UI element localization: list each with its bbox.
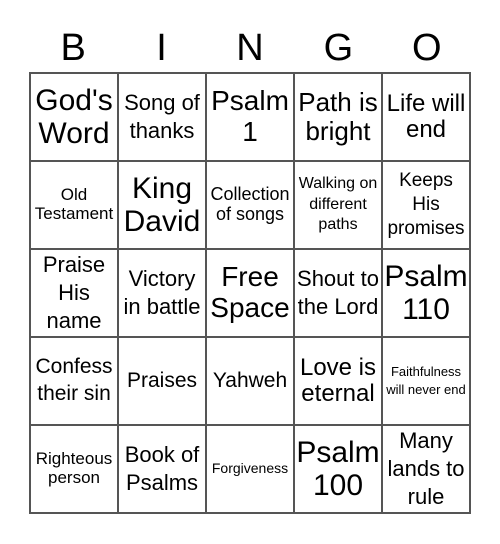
header-letter-i: I xyxy=(156,27,167,69)
bingo-cell[interactable]: Walking on different paths xyxy=(294,161,382,249)
free-space-cell[interactable]: Free Space xyxy=(206,249,294,337)
bingo-cell[interactable]: Song of thanks xyxy=(118,73,206,161)
bingo-cell[interactable]: Confess their sin xyxy=(30,337,118,425)
bingo-cell[interactable]: Praises xyxy=(118,337,206,425)
bingo-cell[interactable]: Path is bright xyxy=(294,73,382,161)
bingo-cell[interactable]: Psalm 1 xyxy=(206,73,294,161)
bingo-cell[interactable]: Praise His name xyxy=(30,249,118,337)
bingo-cell[interactable]: Book of Psalms xyxy=(118,425,206,513)
header-letter-n: N xyxy=(236,27,264,69)
bingo-cell[interactable]: Psalm 110 xyxy=(382,249,470,337)
header-letter-g: G xyxy=(323,27,354,69)
header-letter-b: B xyxy=(60,27,86,69)
bingo-cell[interactable]: Shout to the Lord xyxy=(294,249,382,337)
bingo-cell[interactable]: Faithfulness will never end xyxy=(382,337,470,425)
bingo-cell[interactable]: Life will end xyxy=(382,73,470,161)
bingo-cell[interactable]: Forgiveness xyxy=(206,425,294,513)
bingo-cell[interactable]: Psalm 100 xyxy=(294,425,382,513)
bingo-cell[interactable]: Old Testament xyxy=(30,161,118,249)
bingo-cell[interactable]: Victory in battle xyxy=(118,249,206,337)
header-letter-o: O xyxy=(411,27,442,69)
bingo-cell[interactable]: Righteous person xyxy=(30,425,118,513)
bingo-cell[interactable]: Collection of songs xyxy=(206,161,294,249)
bingo-cell[interactable]: King David xyxy=(118,161,206,249)
bingo-cell[interactable]: Yahweh xyxy=(206,337,294,425)
bingo-cell[interactable]: Love is eternal xyxy=(294,337,382,425)
bingo-cell[interactable]: Keeps His promises xyxy=(382,161,470,249)
bingo-header: B I N G O xyxy=(29,24,471,72)
bingo-cell[interactable]: Many lands to rule xyxy=(382,425,470,513)
bingo-grid: God's Word Song of thanks Psalm 1 Path i… xyxy=(29,72,471,514)
bingo-cell[interactable]: God's Word xyxy=(30,73,118,161)
